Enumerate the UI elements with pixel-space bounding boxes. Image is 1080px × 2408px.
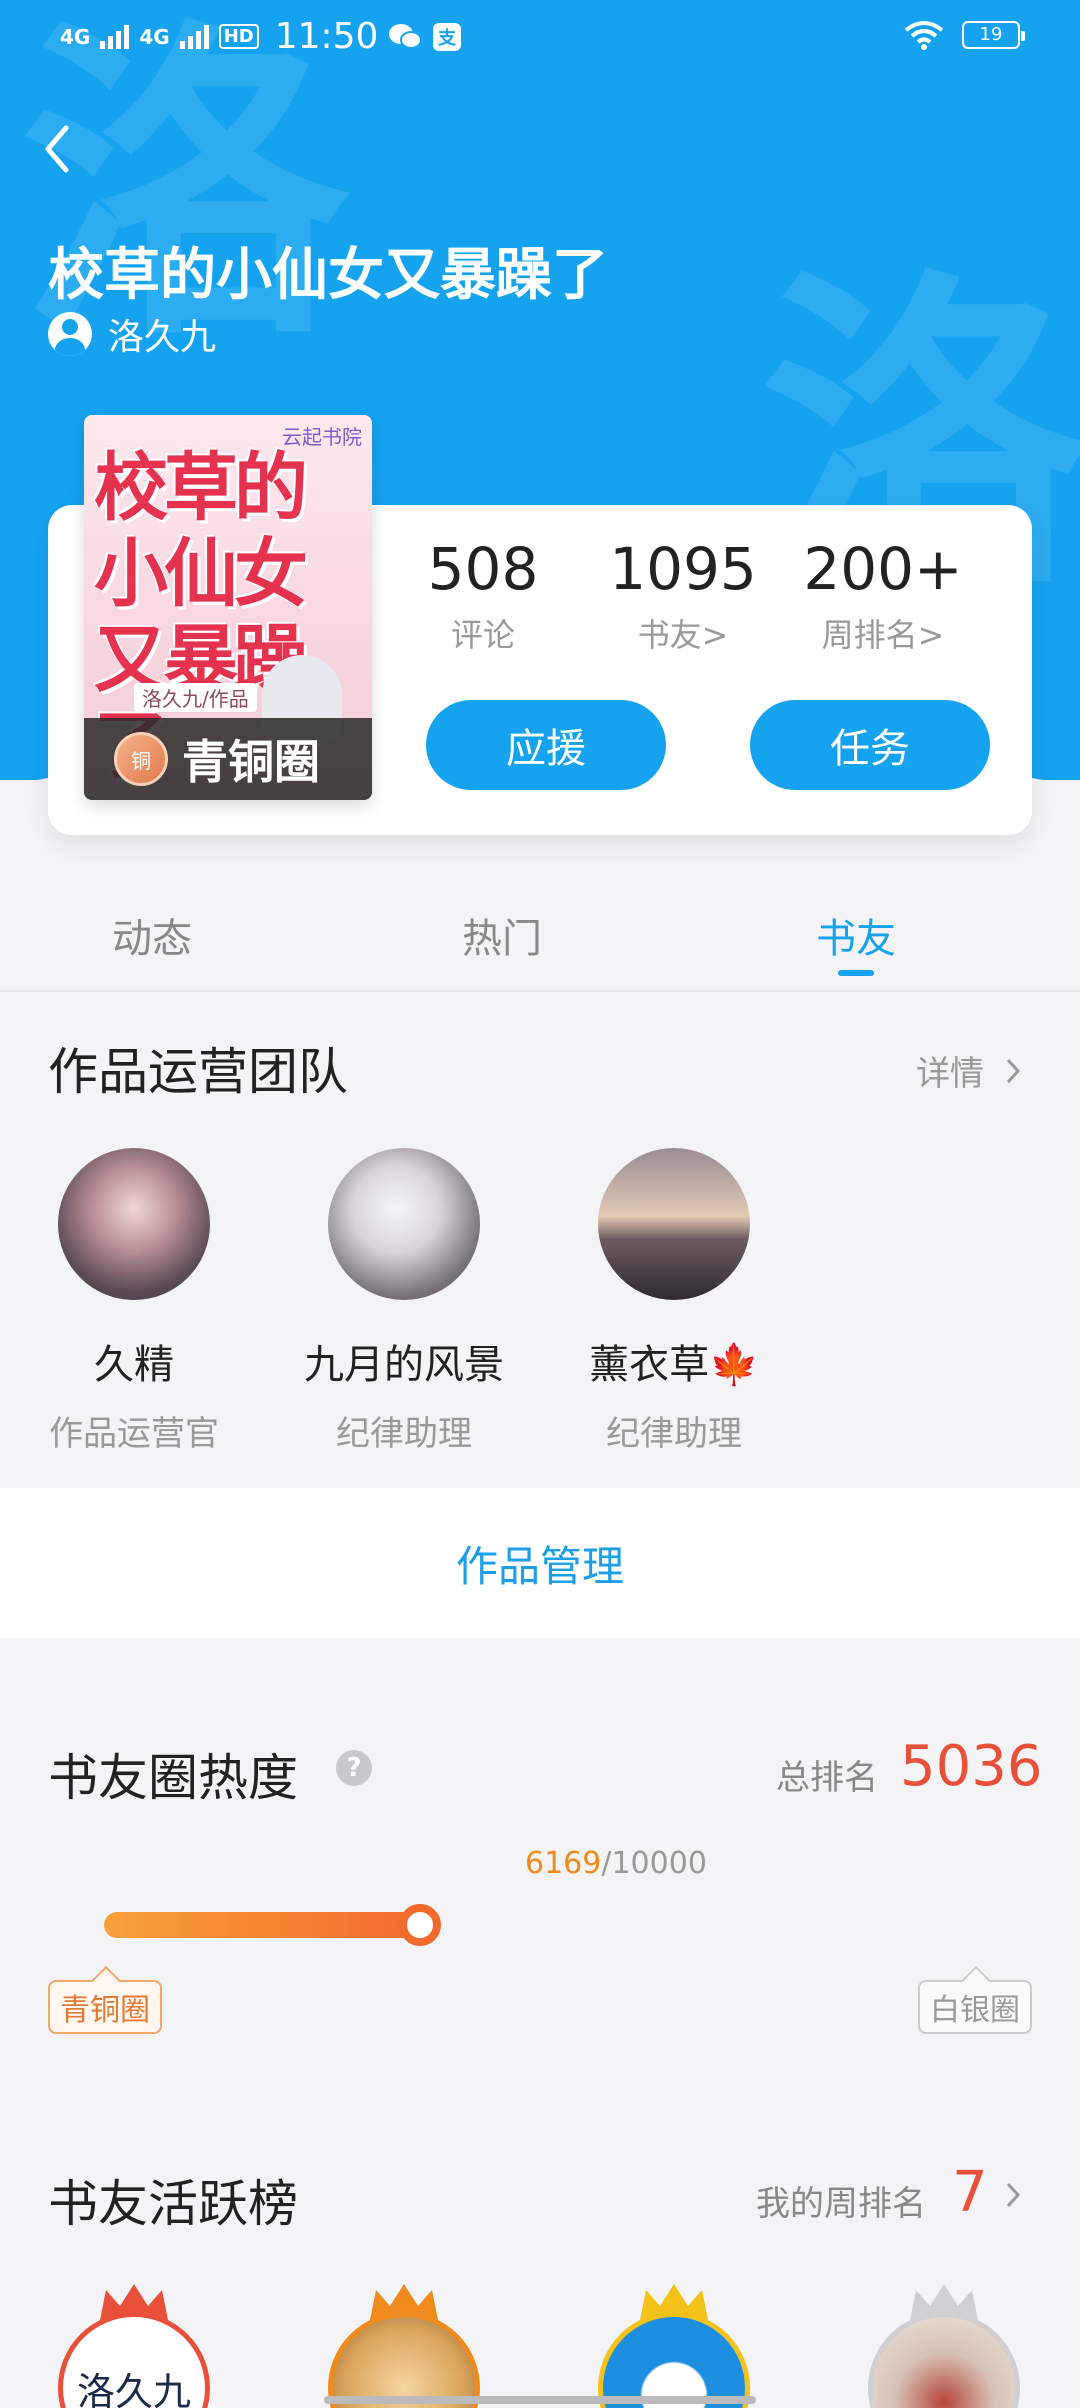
chevron-right-icon [1006,1058,1020,1083]
team-section-title: 作品运营团队 [48,1043,348,1101]
tab-book-friends[interactable]: 书友 [756,906,956,964]
member-name: 九月的风景 [304,1342,504,1388]
wechat-icon [389,23,423,49]
stat-label: 周排名> [821,616,945,654]
current-level-tag: 青铜圈 [48,1980,162,2034]
stat-weekly-rank[interactable]: 200+ 周排名> [783,534,983,656]
heat-progress-bar [104,1904,604,1946]
support-button[interactable]: 应援 [426,700,666,790]
battery-icon: 19 [962,21,1025,49]
author-name: 洛久九 [108,317,217,358]
member-role: 纪律助理 [336,1414,472,1454]
active-tab-indicator [838,970,874,976]
manage-work-button[interactable]: 作品管理 [0,1488,1080,1638]
alipay-icon: 支 [433,22,462,51]
svg-text:支: 支 [437,27,457,49]
signal-label-1: 4G [60,24,91,49]
circle-level-label: 青铜圈 [182,735,320,789]
signal-bars-icon [100,24,130,49]
wifi-icon [904,21,944,50]
clock: 11:50 [274,16,379,57]
my-rank-label[interactable]: 我的周排名 [756,2176,926,2225]
rank-avatar-text: 洛久九 [76,2370,191,2408]
member-name: 久精 [94,1342,174,1388]
team-member[interactable]: 久精 作品运营官 [4,1148,264,1455]
heat-section-title: 书友圈热度 [48,1749,298,1807]
back-icon [45,125,69,173]
member-role: 纪律助理 [606,1414,742,1454]
tasks-button[interactable]: 任务 [750,700,990,790]
stat-value: 200+ [803,535,963,603]
back-button[interactable] [42,124,92,184]
cover-author-line: 洛久九/作品 [134,683,257,712]
team-member[interactable]: 薰衣草🍁 纪律助理 [544,1148,804,1455]
status-bar: 4G 4G HD 11:50 支 19 [0,0,1080,80]
book-title: 校草的小仙女又暴躁了 [48,243,608,308]
avatar [58,1148,210,1300]
total-rank-label: 总排名 [776,1758,878,1798]
chevron-right-icon[interactable] [1006,2182,1020,2208]
team-detail-link[interactable]: 详情 [916,1046,1020,1095]
stat-value: 1095 [609,535,757,603]
detail-label: 详情 [916,1054,984,1094]
bronze-medal-icon: 铜 [114,732,168,786]
heat-progress-text: 6169/10000 [525,1846,707,1881]
tab-bar: 动态 热门 书友 [0,880,1080,992]
tab-hot[interactable]: 热门 [402,906,602,964]
team-member[interactable]: 九月的风景 纪律助理 [274,1148,534,1455]
help-icon[interactable]: ? [336,1750,372,1786]
book-cover[interactable]: 云起书院 校草的小仙女又暴躁了 洛久九/作品 铜 青铜圈 [84,415,372,800]
stat-label: 评论 [450,616,515,654]
active-board-title: 书友活跃榜 [48,2175,298,2233]
signal-label-2: 4G [139,24,170,49]
heat-max: /10000 [601,1846,707,1881]
my-rank-value[interactable]: 7 [952,2160,988,2225]
member-role: 作品运营官 [49,1414,219,1454]
avatar [598,1148,750,1300]
heat-progress-fill [104,1912,420,1938]
stat-value: 508 [427,535,539,603]
heat-progress-knob [399,1904,441,1946]
stat-label: 书友> [637,616,729,654]
home-indicator[interactable] [324,2396,756,2404]
member-name: 薰衣草🍁 [589,1342,759,1388]
circle-level-tag: 铜 青铜圈 [84,718,372,800]
stat-members[interactable]: 1095 书友> [583,534,783,656]
heat-current: 6169 [525,1846,602,1881]
signal-bars-icon-2 [179,24,209,49]
next-level-tag: 白银圈 [918,1980,1032,2034]
author-row[interactable]: 洛久九 [48,308,216,360]
hd-icon: HD [218,24,259,49]
total-rank-value: 5036 [900,1734,1043,1799]
avatar [328,1148,480,1300]
author-avatar-icon [48,312,92,356]
tab-dynamics[interactable]: 动态 [52,906,252,964]
stat-comments[interactable]: 508 评论 [383,534,583,656]
